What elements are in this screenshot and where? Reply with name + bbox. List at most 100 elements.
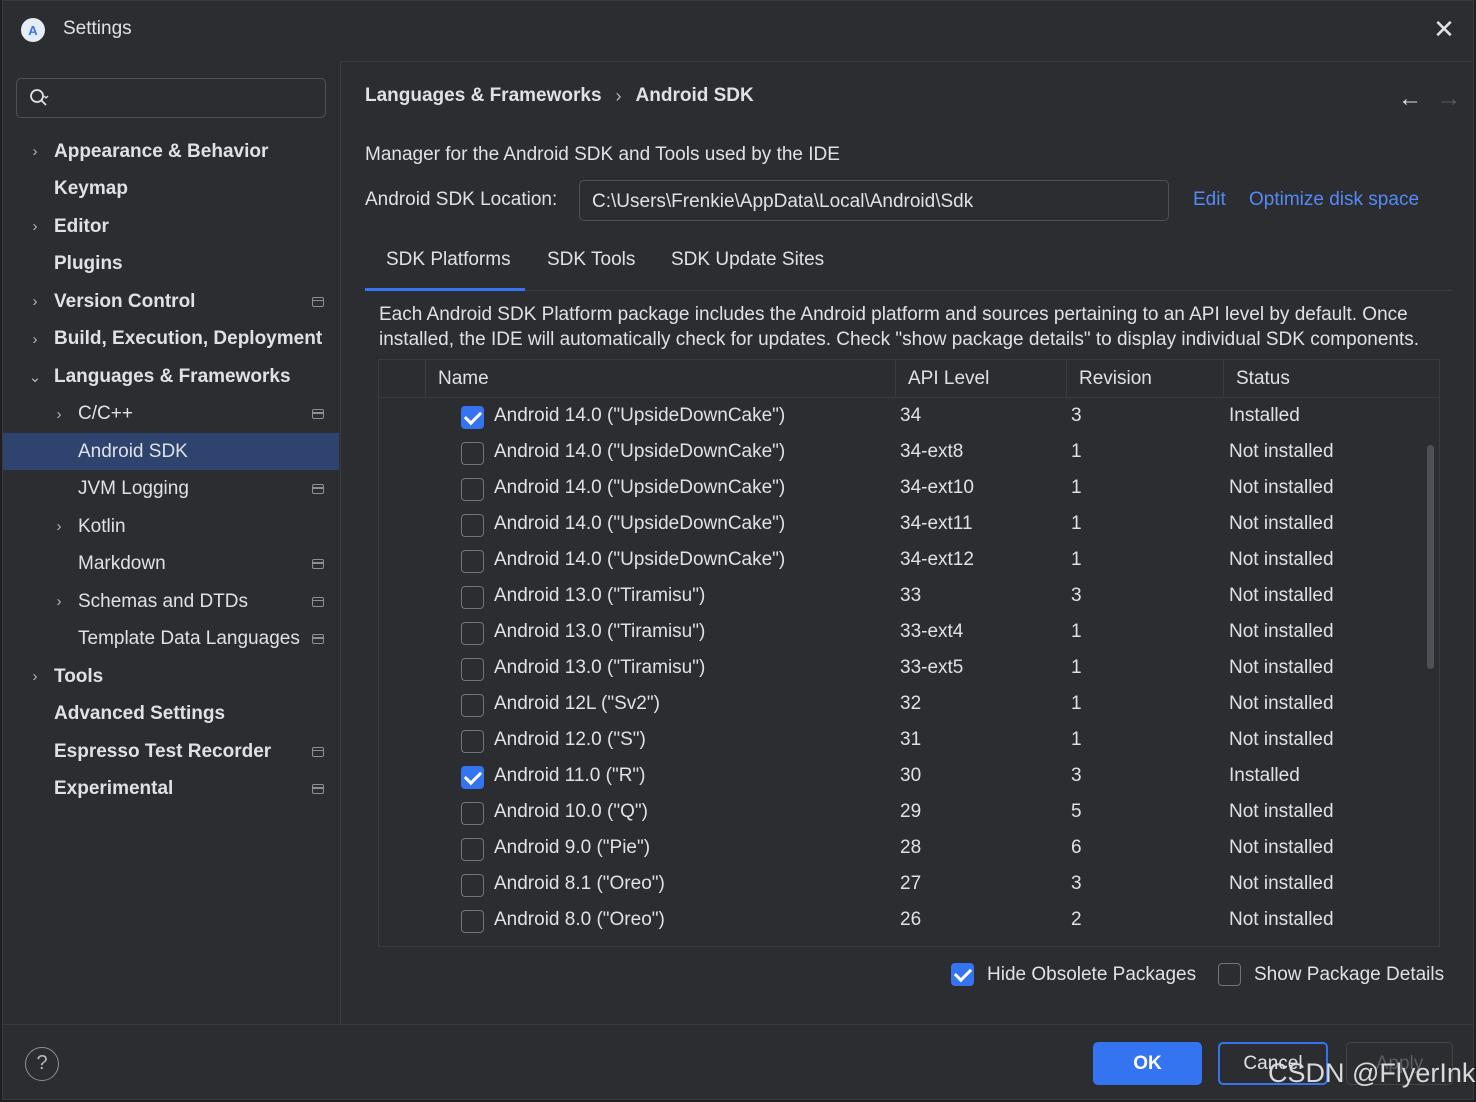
table-row[interactable]: Android 11.0 ("R") 30 3 Installed <box>379 759 1424 795</box>
package-checkbox[interactable] <box>461 622 484 645</box>
search-input[interactable] <box>16 78 326 118</box>
sidebar-item[interactable]: Template Data Languages <box>3 621 339 658</box>
table-row[interactable]: Android 14.0 ("UpsideDownCake") 34-ext10 1… <box>379 471 1424 507</box>
package-checkbox[interactable] <box>461 658 484 681</box>
project-level-icon <box>312 559 324 569</box>
package-checkbox[interactable] <box>461 730 484 753</box>
sdk-location-field[interactable]: C:\Users\Frenkie\AppData\Local\Android\S… <box>579 180 1169 221</box>
table-row[interactable]: Android 14.0 ("UpsideDownCake") 34-ext12 1… <box>379 543 1424 579</box>
hide-obsolete-label: Hide Obsolete Packages <box>987 963 1197 985</box>
column-header-name[interactable]: Name <box>425 360 895 398</box>
package-checkbox[interactable] <box>461 910 484 933</box>
hide-obsolete-option[interactable]: Hide Obsolete Packages <box>951 963 1196 986</box>
table-row[interactable]: Android 9.0 ("Pie") 28 6 Not installed <box>379 831 1424 867</box>
table-row[interactable]: Android 8.0 ("Oreo") 26 2 Not installed <box>379 903 1424 939</box>
close-icon[interactable]: ✕ <box>1429 15 1459 45</box>
package-checkbox[interactable] <box>461 874 484 897</box>
table-row[interactable]: Android 13.0 ("Tiramisu") 33-ext4 1 Not ins… <box>379 615 1424 651</box>
sidebar-item[interactable]: › Schemas and DTDs <box>3 583 339 620</box>
table-row[interactable]: Android 13.0 ("Tiramisu") 33-ext5 1 Not ins… <box>379 651 1424 687</box>
sidebar-item-label: Appearance & Behavior <box>54 140 269 162</box>
package-checkbox[interactable] <box>461 550 484 573</box>
status-cell: Not installed <box>1229 513 1334 534</box>
table-row[interactable]: Android 12.0 ("S") 31 1 Not installed <box>379 723 1424 759</box>
package-checkbox[interactable] <box>461 406 484 429</box>
sidebar-item[interactable]: Keymap <box>3 171 339 208</box>
breadcrumb: Languages & Frameworks › Android SDK <box>365 85 754 107</box>
back-arrow-icon[interactable]: ← <box>1398 85 1422 113</box>
watermark: CSDN @FlyerInk <box>1268 1058 1476 1088</box>
revision-cell: 6 <box>1071 837 1082 858</box>
tab-sdk-platforms[interactable]: SDK Platforms <box>386 249 511 271</box>
package-checkbox[interactable] <box>461 766 484 789</box>
api-level-cell: 27 <box>900 873 922 894</box>
package-checkbox[interactable] <box>461 514 484 537</box>
sidebar-item[interactable]: › Editor <box>3 208 339 245</box>
chevron-right-icon[interactable]: › <box>27 331 43 348</box>
sidebar-item[interactable]: ⌄ Languages & Frameworks <box>3 358 339 395</box>
status-cell: Not installed <box>1229 837 1334 858</box>
chevron-right-icon[interactable]: › <box>27 293 43 310</box>
status-cell: Not installed <box>1229 477 1334 498</box>
tab-sdk-update-sites[interactable]: SDK Update Sites <box>671 249 824 271</box>
column-header-status[interactable]: Status <box>1223 360 1439 398</box>
show-details-checkbox[interactable] <box>1218 963 1241 986</box>
hide-obsolete-checkbox[interactable] <box>951 963 974 986</box>
table-row[interactable]: Android 13.0 ("Tiramisu") 33 3 Not installe… <box>379 579 1424 615</box>
sidebar-item-label: Schemas and DTDs <box>78 590 249 612</box>
sidebar-item[interactable]: JVM Logging <box>3 471 339 508</box>
chevron-right-icon[interactable]: › <box>27 218 43 235</box>
table-row[interactable]: Android 8.1 ("Oreo") 27 3 Not installed <box>379 867 1424 903</box>
package-checkbox[interactable] <box>461 586 484 609</box>
dialog-footer: ? OK Cancel Apply <box>3 1025 1473 1101</box>
sidebar-item[interactable]: › C/C++ <box>3 396 339 433</box>
ok-button[interactable]: OK <box>1093 1042 1202 1085</box>
sidebar-item[interactable]: › Appearance & Behavior <box>3 133 339 170</box>
table-row[interactable]: Android 12L ("Sv2") 32 1 Not installed <box>379 687 1424 723</box>
chevron-right-icon[interactable]: › <box>51 518 67 535</box>
sidebar-item[interactable]: › Version Control <box>3 283 339 320</box>
table-row[interactable]: Android 14.0 ("UpsideDownCake") 34-ext8 1 N… <box>379 435 1424 471</box>
optimize-disk-space-link[interactable]: Optimize disk space <box>1249 189 1419 211</box>
package-name: Android 14.0 ("UpsideDownCake") <box>494 477 786 498</box>
table-scrollbar[interactable] <box>1427 445 1434 669</box>
chevron-right-icon[interactable]: › <box>27 668 43 685</box>
sidebar-item[interactable]: Android SDK <box>3 433 339 470</box>
package-checkbox[interactable] <box>461 802 484 825</box>
chevron-right-icon[interactable]: › <box>51 593 67 610</box>
sidebar-item[interactable]: › Tools <box>3 658 339 695</box>
forward-arrow-icon[interactable]: → <box>1437 85 1461 113</box>
edit-link[interactable]: Edit <box>1193 189 1226 211</box>
show-details-option[interactable]: Show Package Details <box>1218 963 1444 986</box>
sdk-tabs: SDK Platforms SDK Tools SDK Update Sites <box>365 239 1453 291</box>
breadcrumb-parent[interactable]: Languages & Frameworks <box>365 85 602 107</box>
package-checkbox[interactable] <box>461 442 484 465</box>
package-checkbox[interactable] <box>461 694 484 717</box>
column-header-revision[interactable]: Revision <box>1066 360 1223 398</box>
sidebar-item[interactable]: Espresso Test Recorder <box>3 733 339 770</box>
project-level-icon <box>312 596 324 607</box>
package-name: Android 13.0 ("Tiramisu") <box>494 657 706 678</box>
settings-dialog: A Settings ✕ › Appearance & Behavior Keyma… <box>2 0 1474 1100</box>
table-row[interactable]: Android 10.0 ("Q") 29 5 Not installed <box>379 795 1424 831</box>
help-icon[interactable]: ? <box>25 1047 59 1081</box>
sidebar-item[interactable]: Plugins <box>3 246 339 283</box>
package-checkbox[interactable] <box>461 478 484 501</box>
column-header-api-level[interactable]: API Level <box>895 360 1066 398</box>
tab-sdk-tools[interactable]: SDK Tools <box>547 249 635 271</box>
package-checkbox[interactable] <box>461 838 484 861</box>
show-details-label: Show Package Details <box>1254 963 1445 985</box>
chevron-down-icon[interactable]: ⌄ <box>27 369 43 386</box>
sidebar-item[interactable]: › Build, Execution, Deployment <box>3 321 339 358</box>
sidebar-item[interactable]: Experimental <box>3 771 339 808</box>
sidebar-item[interactable]: › Kotlin <box>3 508 339 545</box>
table-row[interactable]: Android 14.0 ("UpsideDownCake") 34 3 Instal… <box>379 399 1424 435</box>
package-name: Android 11.0 ("R") <box>494 765 646 786</box>
revision-cell: 5 <box>1071 801 1082 822</box>
revision-cell: 3 <box>1071 765 1082 786</box>
sidebar-item[interactable]: Advanced Settings <box>3 696 339 733</box>
table-row[interactable]: Android 14.0 ("UpsideDownCake") 34-ext11 1… <box>379 507 1424 543</box>
sidebar-item[interactable]: Markdown <box>3 546 339 583</box>
chevron-right-icon[interactable]: › <box>27 143 43 160</box>
chevron-right-icon[interactable]: › <box>51 406 67 423</box>
